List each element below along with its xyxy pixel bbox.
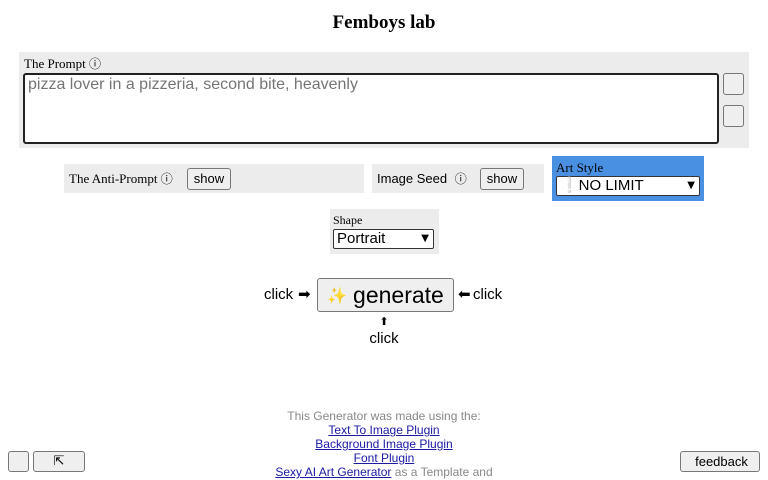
shape-selected: Portrait	[337, 230, 386, 247]
arrow-up-left-icon: ⇱	[53, 454, 65, 469]
arrow-right-icon: ➡	[298, 285, 311, 303]
footer-made-with: This Generator was made using the:	[287, 409, 481, 423]
feedback-label: feedback	[695, 454, 748, 469]
arrow-left-icon: ⬅	[458, 285, 471, 303]
footer-link-font[interactable]: Font Plugin	[354, 451, 415, 465]
anti-prompt-label-text: The Anti-Prompt	[69, 171, 158, 186]
prompt-label-text: The Prompt	[24, 56, 86, 71]
footer-link-template[interactable]: Sexy AI Art Generator	[275, 465, 391, 479]
generate-button-label: generate	[353, 281, 444, 308]
chevron-down-icon: ▼	[687, 180, 695, 191]
shape-label-text: Shape	[333, 213, 363, 227]
image-seed-box: Image Seed ⓘ show	[372, 164, 544, 193]
art-style-selected: ❕NO LIMIT	[560, 177, 644, 194]
arrow-up-icon: ⬆	[379, 315, 389, 328]
anti-prompt-show-button[interactable]: show	[186, 167, 232, 190]
prompt-side-button-1[interactable]	[723, 73, 744, 95]
click-hint-right: click	[473, 286, 503, 303]
click-hint-bottom: click	[369, 330, 399, 347]
image-seed-label-text: Image Seed	[377, 171, 448, 186]
prompt-textarea[interactable]	[23, 73, 719, 144]
prompt-panel: The Prompt ⓘ	[19, 52, 749, 148]
prompt-side-button-2[interactable]	[723, 105, 744, 127]
anti-prompt-label: The Anti-Prompt ⓘ	[69, 170, 173, 187]
shape-box: Shape Portrait ▼	[330, 209, 439, 254]
click-hint-left: click	[264, 286, 294, 303]
footer-template-suffix: as a Template and	[391, 465, 493, 479]
art-style-label: Art Style	[556, 160, 700, 176]
feedback-button[interactable]: feedback	[680, 451, 760, 472]
footer: This Generator was made using the: Text …	[0, 409, 768, 479]
shape-label: Shape	[333, 213, 436, 229]
image-seed-show-button[interactable]: show	[479, 167, 525, 190]
sparkle-icon: ✨	[327, 285, 348, 305]
prompt-label: The Prompt ⓘ	[24, 55, 101, 72]
generate-row: click ➡ ✨ generate ⬅ click	[0, 278, 768, 312]
art-style-box: Art Style ❕NO LIMIT ▼	[552, 156, 704, 201]
chevron-down-icon: ▼	[421, 233, 429, 244]
generate-button[interactable]: ✨ generate	[317, 278, 454, 312]
art-style-select[interactable]: ❕NO LIMIT ▼	[556, 176, 700, 196]
anti-prompt-box: The Anti-Prompt ⓘ show	[64, 164, 364, 193]
corner-wide-button[interactable]: ⇱	[33, 451, 85, 472]
footer-link-background-image[interactable]: Background Image Plugin	[315, 437, 452, 451]
anti-prompt-info-icon[interactable]: ⓘ	[161, 172, 173, 186]
image-seed-info-icon[interactable]: ⓘ	[455, 172, 467, 186]
shape-select[interactable]: Portrait ▼	[333, 229, 434, 249]
corner-small-button[interactable]	[8, 451, 29, 472]
footer-link-text-to-image[interactable]: Text To Image Plugin	[328, 423, 439, 437]
prompt-info-icon[interactable]: ⓘ	[89, 57, 101, 71]
page-title: Femboys lab	[332, 12, 436, 33]
art-style-label-text: Art Style	[556, 160, 604, 175]
image-seed-label: Image Seed ⓘ	[377, 170, 467, 187]
